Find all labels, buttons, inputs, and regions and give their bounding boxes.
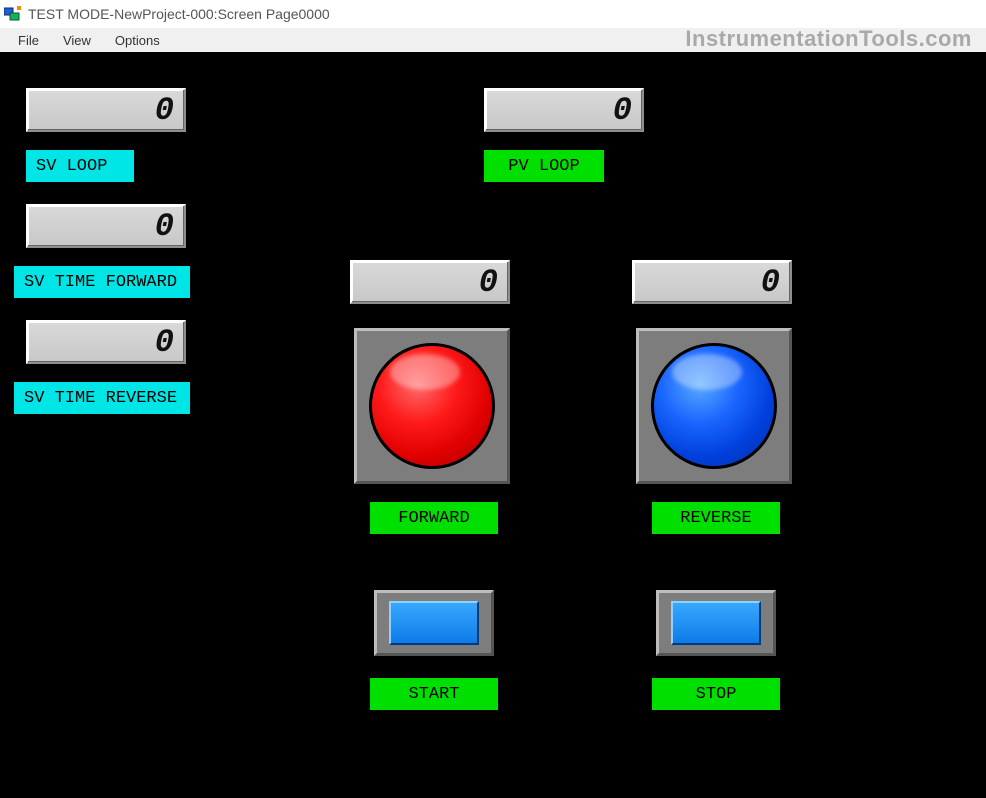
reverse-label: REVERSE bbox=[652, 502, 780, 534]
sv-time-forward-label: SV TIME FORWARD bbox=[14, 266, 190, 298]
start-pad-icon bbox=[389, 601, 479, 645]
reverse-button[interactable] bbox=[636, 328, 792, 484]
window-title: TEST MODE-NewProject-000:Screen Page0000 bbox=[28, 6, 330, 22]
pv-loop-display[interactable]: 0 bbox=[484, 88, 644, 132]
forward-lamp-icon bbox=[369, 343, 495, 469]
start-label: START bbox=[370, 678, 498, 710]
menu-view[interactable]: View bbox=[53, 31, 101, 50]
pv-loop-label: PV LOOP bbox=[484, 150, 604, 182]
stop-pad-icon bbox=[671, 601, 761, 645]
forward-button[interactable] bbox=[354, 328, 510, 484]
stop-button[interactable] bbox=[656, 590, 776, 656]
menu-options[interactable]: Options bbox=[105, 31, 170, 50]
hmi-canvas: 0 SV LOOP 0 SV TIME FORWARD 0 SV TIME RE… bbox=[0, 52, 986, 798]
reverse-display[interactable]: 0 bbox=[632, 260, 792, 304]
sv-loop-display[interactable]: 0 bbox=[26, 88, 186, 132]
forward-label: FORWARD bbox=[370, 502, 498, 534]
watermark: InstrumentationTools.com bbox=[685, 26, 972, 52]
sv-time-reverse-label: SV TIME REVERSE bbox=[14, 382, 190, 414]
sv-time-forward-display[interactable]: 0 bbox=[26, 204, 186, 248]
reverse-lamp-icon bbox=[651, 343, 777, 469]
stop-label: STOP bbox=[652, 678, 780, 710]
menu-file[interactable]: File bbox=[8, 31, 49, 50]
sv-time-reverse-display[interactable]: 0 bbox=[26, 320, 186, 364]
app-icon bbox=[4, 6, 22, 22]
titlebar: TEST MODE-NewProject-000:Screen Page0000 bbox=[0, 0, 986, 28]
sv-loop-label: SV LOOP bbox=[26, 150, 134, 182]
start-button[interactable] bbox=[374, 590, 494, 656]
forward-display[interactable]: 0 bbox=[350, 260, 510, 304]
